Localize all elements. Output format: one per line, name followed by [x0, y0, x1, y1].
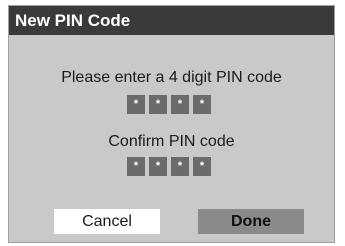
confirm-digit-1[interactable]: * — [127, 157, 145, 176]
pin-digit-3[interactable]: * — [171, 95, 189, 114]
confirm-digit-4[interactable]: * — [193, 157, 211, 176]
pin-confirm-field[interactable]: * * * * — [127, 157, 211, 176]
enter-pin-prompt: Please enter a 4 digit PIN code — [61, 69, 282, 86]
pin-digit-2[interactable]: * — [149, 95, 167, 114]
confirm-digit-3[interactable]: * — [171, 157, 189, 176]
confirm-digit-2[interactable]: * — [149, 157, 167, 176]
done-button[interactable]: Done — [198, 209, 304, 234]
pin-entry-field[interactable]: * * * * — [127, 95, 211, 114]
cancel-button[interactable]: Cancel — [54, 209, 160, 234]
new-pin-dialog: New PIN Code Please enter a 4 digit PIN … — [8, 5, 335, 243]
pin-digit-4[interactable]: * — [193, 95, 211, 114]
confirm-pin-prompt: Confirm PIN code — [108, 133, 235, 150]
pin-digit-1[interactable]: * — [127, 95, 145, 114]
dialog-title: New PIN Code — [9, 6, 334, 35]
